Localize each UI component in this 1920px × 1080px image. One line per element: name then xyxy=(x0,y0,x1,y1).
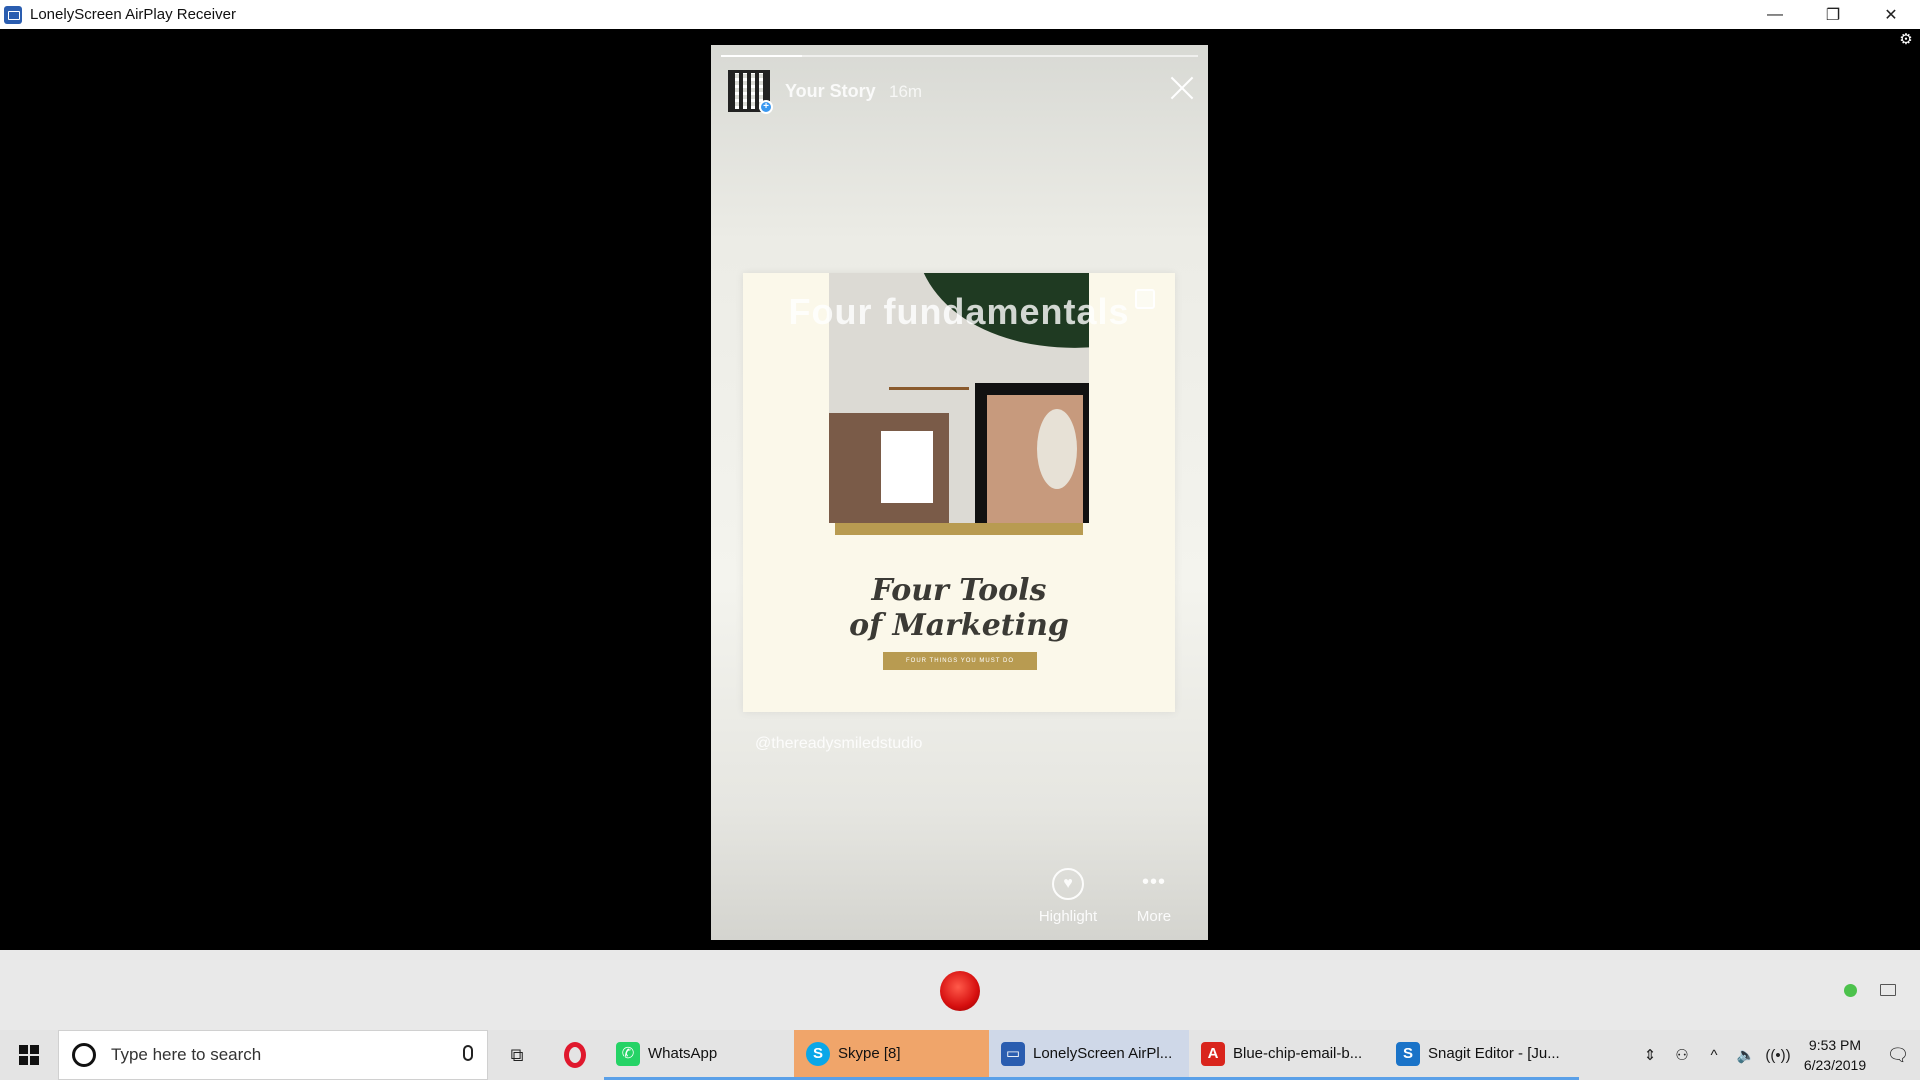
volume-icon[interactable]: 🔈 xyxy=(1730,1046,1762,1064)
window-title: LonelyScreen AirPlay Receiver xyxy=(30,6,236,23)
highlight-label: Highlight xyxy=(1038,908,1098,925)
post-author-handle[interactable]: @thereadysmiledstudio xyxy=(755,735,922,753)
story-progress-bar xyxy=(721,55,1198,57)
taskbar-item-label: Blue-chip-email-b... xyxy=(1233,1045,1363,1062)
more-dots-icon: ••• xyxy=(1141,871,1166,893)
windows-taskbar: Type here to search ⧉ ✆ WhatsApp S Skype… xyxy=(0,1030,1920,1080)
people-icon[interactable]: ⚇ xyxy=(1666,1046,1698,1064)
taskbar-item-label: LonelyScreen AirPl... xyxy=(1033,1045,1173,1062)
more-label: More xyxy=(1136,908,1172,925)
snagit-icon: S xyxy=(1396,1041,1420,1066)
settings-gear-icon[interactable]: ⚙ xyxy=(1898,32,1914,48)
skype-icon: S xyxy=(806,1041,830,1066)
story-progress-fill xyxy=(721,55,803,57)
taskbar-item-pdf[interactable]: A Blue-chip-email-b... xyxy=(1189,1030,1384,1080)
highlight-heart-icon: ♥ xyxy=(1052,868,1084,900)
taskbar-item-snagit[interactable]: S Snagit Editor - [Ju... xyxy=(1384,1030,1579,1080)
window-controls: — ❐ ✕ xyxy=(1746,0,1920,29)
lonelyscreen-app-icon xyxy=(4,5,22,24)
windows-logo-icon xyxy=(19,1045,39,1065)
connection-status-icon xyxy=(1844,984,1857,997)
taskbar-item-skype[interactable]: S Skype [8] xyxy=(794,1030,989,1080)
post-title-line-1: Four Tools xyxy=(871,573,1047,608)
post-title-line-2: of Marketing xyxy=(849,608,1069,643)
story-owner-name[interactable]: Your Story xyxy=(785,81,876,102)
story-timestamp: 16m xyxy=(889,82,923,101)
highlight-action[interactable]: ♥ Highlight xyxy=(1033,868,1103,925)
clock-time: 9:53 PM xyxy=(1808,1037,1862,1053)
more-action[interactable]: ••• More xyxy=(1119,868,1189,925)
show-hidden-icons-chevron[interactable]: ^ xyxy=(1698,1047,1730,1064)
close-button[interactable]: ✕ xyxy=(1862,0,1920,29)
taskbar-search-box[interactable]: Type here to search xyxy=(58,1030,488,1080)
cortana-icon xyxy=(72,1043,96,1067)
post-main-title: Four Tools of Marketing xyxy=(743,573,1175,643)
post-overlay-title: Four fundamentals xyxy=(788,291,1130,332)
record-button[interactable] xyxy=(940,971,980,1011)
wifi-icon[interactable]: ((•)) xyxy=(1762,1047,1794,1064)
task-view-icon[interactable]: ⧉ xyxy=(488,1030,546,1080)
taskbar-item-label: WhatsApp xyxy=(648,1045,718,1062)
opera-browser-icon[interactable] xyxy=(546,1030,604,1080)
taskbar-item-label: Snagit Editor - [Ju... xyxy=(1428,1045,1560,1062)
system-tray: ⇕ ⚇ ^ 🔈 ((•)) 9:53 PM 6/23/2019 🗨 xyxy=(1634,1030,1920,1080)
lonelyscreen-icon: ▭ xyxy=(1001,1041,1025,1066)
action-center-icon[interactable]: 🗨 xyxy=(1876,1045,1920,1066)
taskbar-item-lonelyscreen[interactable]: ▭ LonelyScreen AirPl... xyxy=(989,1030,1189,1080)
minimize-button[interactable]: — xyxy=(1746,0,1804,29)
restore-button[interactable]: ❐ xyxy=(1804,0,1862,29)
whatsapp-icon: ✆ xyxy=(616,1041,640,1066)
search-placeholder: Type here to search xyxy=(111,1045,262,1064)
pdf-icon: A xyxy=(1201,1041,1225,1066)
taskbar-scroll-icon[interactable]: ⇕ xyxy=(1634,1046,1666,1064)
start-button[interactable] xyxy=(0,1030,58,1080)
open-folder-icon[interactable] xyxy=(1880,984,1896,996)
airplay-mirror-screen: + Your Story 16m Four fundamentals Four … xyxy=(711,45,1208,940)
system-clock[interactable]: 9:53 PM 6/23/2019 xyxy=(1794,1035,1876,1075)
gold-accent-bar xyxy=(835,523,1083,535)
receiver-control-bar xyxy=(0,950,1920,1030)
window-titlebar: LonelyScreen AirPlay Receiver — ❐ ✕ xyxy=(0,0,1920,29)
microphone-icon[interactable] xyxy=(463,1045,473,1061)
shared-post-card[interactable]: Four fundamentals Four Tools of Marketin… xyxy=(743,273,1175,712)
story-close-icon[interactable] xyxy=(1167,73,1197,103)
wooden-spoon xyxy=(889,387,969,390)
select-checkbox[interactable] xyxy=(1135,289,1155,309)
taskbar-item-whatsapp[interactable]: ✆ WhatsApp xyxy=(604,1030,794,1080)
taskbar-item-label: Skype [8] xyxy=(838,1045,901,1062)
add-story-plus-icon[interactable]: + xyxy=(759,100,773,114)
stone xyxy=(1037,409,1077,489)
dotted-card xyxy=(881,431,933,503)
clock-date: 6/23/2019 xyxy=(1803,1057,1867,1073)
post-subtitle-badge: FOUR THINGS YOU MUST DO xyxy=(883,652,1037,670)
